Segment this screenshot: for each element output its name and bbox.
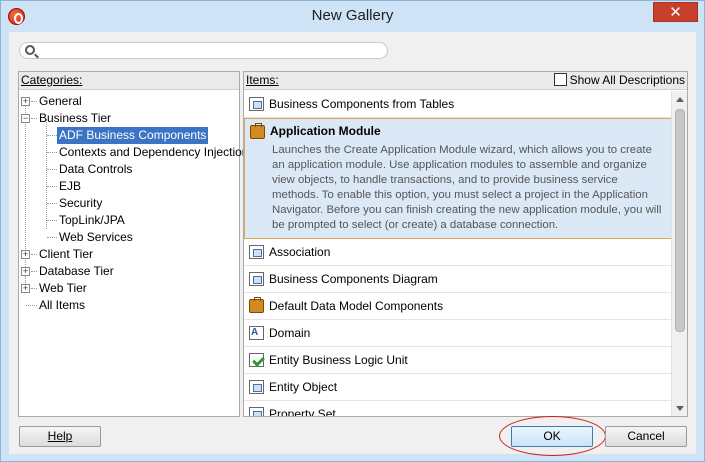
property-set-icon: [249, 407, 264, 416]
new-gallery-dialog: New Gallery ✕ Categories: + General − Bu: [0, 0, 705, 462]
tree-item-label: Data Controls: [59, 162, 133, 176]
close-button[interactable]: ✕: [653, 2, 698, 22]
list-item[interactable]: Domain: [244, 320, 672, 347]
entity-object-icon: [249, 380, 264, 394]
tree-item-business-tier[interactable]: − Business Tier: [19, 110, 239, 127]
show-all-descriptions-label: Show All Descriptions: [569, 73, 685, 87]
show-all-descriptions-checkbox[interactable]: Show All Descriptions: [553, 73, 685, 88]
item-label: Entity Business Logic Unit: [269, 353, 408, 367]
diagram-icon: [249, 272, 264, 286]
collapse-icon[interactable]: −: [21, 114, 30, 123]
tree-item-security[interactable]: Security: [19, 195, 239, 212]
list-item-selected[interactable]: Application Module Launches the Create A…: [244, 118, 672, 239]
tree-item-all-items[interactable]: All Items: [19, 297, 239, 314]
tree-item-label: Web Tier: [39, 281, 87, 295]
item-label: Business Components from Tables: [269, 97, 455, 111]
list-item[interactable]: Association: [244, 239, 672, 266]
tree-guide: [26, 305, 37, 306]
tree-guide: [47, 186, 57, 187]
list-item[interactable]: Entity Object: [244, 374, 672, 401]
help-button-label: Help: [47, 429, 73, 443]
item-description: Launches the Create Application Module w…: [272, 144, 662, 231]
item-label: Default Data Model Components: [269, 299, 444, 313]
scroll-down-arrow-icon[interactable]: [676, 406, 684, 411]
expand-icon[interactable]: +: [21, 97, 30, 106]
categories-header-label: Categories:: [21, 73, 83, 87]
expand-icon[interactable]: +: [21, 284, 30, 293]
items-header-label: Items:: [246, 73, 279, 87]
data-model-icon: [249, 297, 264, 313]
tree-item-label: ADF Business Components: [57, 127, 209, 144]
tree-item-label: TopLink/JPA: [59, 213, 125, 227]
tree-item-client-tier[interactable]: + Client Tier: [19, 246, 239, 263]
list-item[interactable]: Property Set: [244, 401, 672, 417]
tree-item-adf-business-components[interactable]: ADF Business Components: [19, 127, 239, 144]
tree-item-data-controls[interactable]: Data Controls: [19, 161, 239, 178]
tree-guide: [47, 220, 57, 221]
item-label: Entity Object: [269, 380, 338, 394]
scroll-up-arrow-icon[interactable]: [676, 97, 684, 102]
list-item[interactable]: Entity Business Logic Unit: [244, 347, 672, 374]
tree-item-label: General: [39, 94, 82, 108]
item-label: Property Set: [269, 407, 336, 417]
tree-item-web-services[interactable]: Web Services: [19, 229, 239, 246]
domain-icon: [249, 320, 264, 346]
items-header: Items: Show All Descriptions: [244, 72, 687, 90]
item-label: Business Components Diagram: [269, 272, 438, 286]
item-label: Domain: [269, 326, 311, 340]
tree-guide: [47, 169, 57, 170]
tree-guide: [47, 203, 57, 204]
ok-button[interactable]: OK: [511, 426, 593, 447]
tree-item-label: EJB: [59, 179, 82, 193]
checkbox-box[interactable]: [553, 73, 567, 87]
dialog-body: Categories: + General − Business Tier AD…: [9, 32, 696, 456]
title-bar[interactable]: New Gallery ✕: [1, 1, 704, 32]
tree-item-web-tier[interactable]: + Web Tier: [19, 280, 239, 297]
list-item[interactable]: Default Data Model Components: [244, 293, 672, 320]
business-components-icon: [249, 97, 264, 111]
tree-guide: [47, 135, 57, 136]
association-icon: [249, 245, 264, 259]
search-icon: [25, 45, 35, 55]
tree-item-ejb[interactable]: EJB: [19, 178, 239, 195]
tree-item-label: Web Services: [59, 230, 133, 244]
categories-tree: + General − Business Tier ADF Business C…: [19, 90, 248, 314]
tree-item-label: Business Tier: [39, 111, 112, 125]
search-input[interactable]: [19, 42, 388, 59]
list-item[interactable]: Business Components Diagram: [244, 266, 672, 293]
categories-header: Categories:: [19, 72, 239, 90]
tree-item-label: Security: [59, 196, 103, 210]
expand-icon[interactable]: +: [21, 267, 30, 276]
tree-item-label: Client Tier: [39, 247, 94, 261]
tree-item-toplink-jpa[interactable]: TopLink/JPA: [19, 212, 239, 229]
item-label: Association: [269, 245, 331, 259]
list-item[interactable]: Business Components from Tables: [244, 91, 672, 118]
tree-guide: [47, 237, 57, 238]
tree-item-label: All Items: [39, 298, 86, 312]
tree-item-general[interactable]: + General: [19, 93, 239, 110]
window-title: New Gallery: [311, 7, 394, 24]
item-label: Application Module: [270, 124, 381, 138]
tree-item-contexts-and-dependency-injection[interactable]: Contexts and Dependency Injection: [19, 144, 248, 161]
logic-unit-icon: [249, 353, 264, 367]
tree-item-label: Database Tier: [39, 264, 114, 278]
items-list: Business Components from Tables Applicat…: [244, 91, 672, 417]
cancel-button[interactable]: Cancel: [605, 426, 687, 447]
tree-item-label: Contexts and Dependency Injection: [59, 145, 249, 159]
scroll-thumb[interactable]: [675, 109, 685, 332]
briefcase-icon: [250, 123, 265, 139]
expand-icon[interactable]: +: [21, 250, 30, 259]
tree-guide: [47, 152, 57, 153]
help-button[interactable]: Help: [19, 426, 101, 447]
items-scrollbar[interactable]: [671, 91, 687, 416]
tree-item-database-tier[interactable]: + Database Tier: [19, 263, 239, 280]
categories-panel: Categories: + General − Business Tier AD…: [18, 71, 248, 417]
items-panel: Items: Show All Descriptions Business Co…: [243, 71, 688, 417]
